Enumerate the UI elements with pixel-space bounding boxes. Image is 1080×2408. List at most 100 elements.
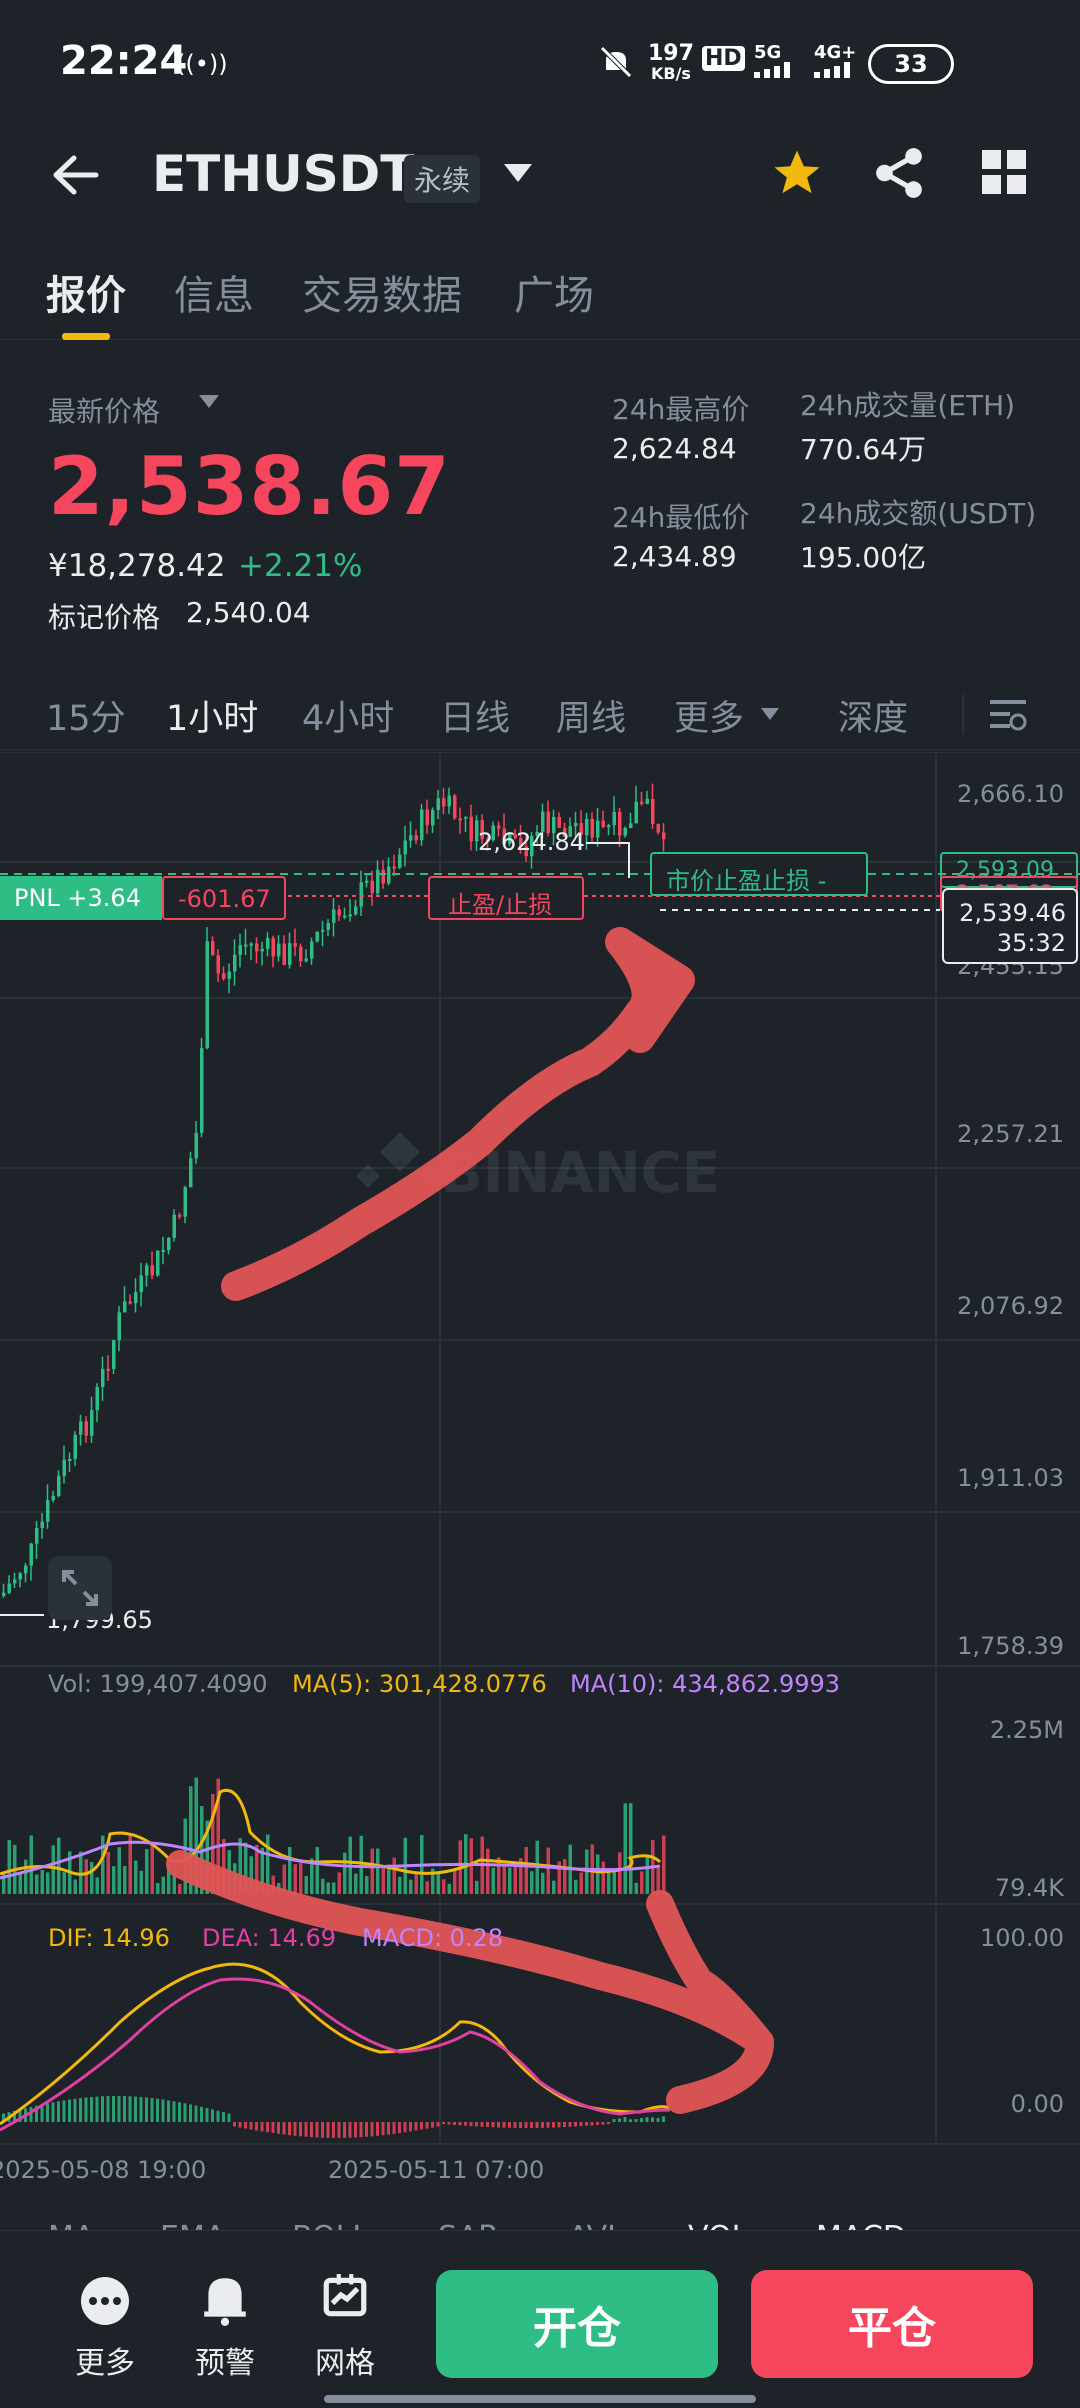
candle-body: [35, 1528, 39, 1544]
tab-square[interactable]: 广场: [514, 263, 594, 321]
favorite-star-icon[interactable]: [770, 146, 824, 204]
candle-body: [57, 1475, 61, 1496]
price-type-dropdown-icon[interactable]: [198, 394, 220, 414]
candle-body: [656, 823, 660, 833]
market-tp-sl-button[interactable]: 市价止盈止损 -: [650, 852, 868, 896]
volume-bar: [304, 1875, 308, 1894]
interval-1d[interactable]: 日线: [440, 690, 510, 741]
more-dropdown-icon[interactable]: [760, 706, 780, 725]
time-label-2: 2025-05-11 07:00: [328, 2156, 545, 2184]
macd-bar: [530, 2122, 533, 2128]
macd-bar: [387, 2122, 390, 2135]
macd-bar: [128, 2096, 132, 2122]
net-speed: 197 KB/s: [648, 41, 694, 84]
volume-bar: [502, 1866, 506, 1894]
volume-bar: [359, 1835, 363, 1894]
macd-bar: [557, 2122, 561, 2128]
macd-bar: [222, 2112, 225, 2122]
tab-trading-data[interactable]: 交易数据: [302, 263, 462, 321]
dea-label: DEA: 14.69: [202, 1924, 337, 1952]
last-price-label: 最新价格: [48, 395, 161, 428]
candle-body: [464, 816, 468, 819]
macd-bar: [282, 2122, 286, 2135]
interval-1h[interactable]: 1小时: [166, 690, 258, 741]
volume-bar: [486, 1848, 490, 1894]
macd-bar: [315, 2122, 319, 2138]
more-icon[interactable]: [80, 2276, 130, 2330]
open-position-button[interactable]: 开仓: [436, 2270, 718, 2378]
volume-eth-label: 24h成交量(ETH): [800, 389, 1016, 422]
tp-sl-button[interactable]: 止盈/止损: [428, 876, 584, 920]
candle-body: [79, 1421, 83, 1435]
chart-settings-icon[interactable]: [988, 696, 1028, 740]
interval-15m[interactable]: 15分: [46, 690, 126, 741]
volume-bar: [112, 1866, 116, 1894]
volume-bar: [46, 1872, 50, 1894]
macd-bar: [238, 2122, 242, 2128]
battery-indicator: 33: [868, 44, 954, 84]
volume-bar: [640, 1871, 644, 1894]
macd-bar: [216, 2110, 220, 2122]
macd-y-bottom: 0.00: [1010, 2090, 1064, 2118]
kline-chart[interactable]: BINANCE: [0, 752, 1080, 2202]
macd-bar: [178, 2102, 181, 2122]
macd-bar: [205, 2108, 209, 2122]
volume-usdt-label: 24h成交额(USDT): [800, 497, 1037, 530]
macd-bar: [403, 2122, 407, 2133]
candle-body: [68, 1458, 72, 1461]
interval-1w[interactable]: 周线: [556, 690, 626, 741]
candle-body: [13, 1579, 17, 1584]
candle-body: [299, 946, 303, 962]
tab-quote[interactable]: 报价: [46, 263, 126, 321]
interval-more[interactable]: 更多: [674, 690, 744, 741]
macd-bar: [172, 2101, 176, 2122]
cny-price: ¥18,278.42: [48, 548, 226, 584]
volume-bar: [469, 1838, 473, 1894]
volume-bar: [156, 1882, 160, 1894]
alert-label[interactable]: 预警: [175, 2338, 275, 2382]
candle-body: [117, 1312, 121, 1341]
candle-body: [590, 818, 594, 838]
hotspot-icon: ((•)): [176, 50, 228, 78]
macd-bar: [541, 2122, 544, 2128]
macd-bar: [436, 2122, 440, 2127]
candle-body: [574, 823, 578, 827]
tab-info[interactable]: 信息: [174, 263, 254, 321]
candle-body: [596, 820, 600, 838]
max-price-tick: [628, 842, 630, 878]
symbol-title[interactable]: ETHUSDT: [152, 145, 414, 203]
candle-body: [414, 835, 418, 841]
volume-bar: [326, 1882, 330, 1894]
volume-bar: [134, 1860, 138, 1894]
volume-bar: [546, 1847, 550, 1894]
close-position-button[interactable]: 平仓: [751, 2270, 1033, 2378]
status-time: 22:24: [60, 38, 188, 84]
macd-bar: [486, 2122, 489, 2128]
macd-bar: [618, 2118, 621, 2122]
back-arrow-icon[interactable]: [50, 150, 110, 200]
pnl-badge[interactable]: PNL +3.64: [0, 876, 162, 920]
macd-bar: [211, 2109, 214, 2122]
share-icon[interactable]: [874, 146, 924, 204]
pnl-loss-badge[interactable]: -601.67: [162, 876, 286, 920]
macd-bar: [513, 2122, 517, 2128]
more-label[interactable]: 更多: [55, 2338, 155, 2382]
symbol-dropdown-icon[interactable]: [502, 162, 534, 188]
macd-bar: [343, 2122, 346, 2138]
macd-bar: [442, 2122, 445, 2125]
volume-bar: [447, 1883, 451, 1894]
depth-tab[interactable]: 深度: [838, 690, 908, 741]
alert-bell-icon[interactable]: [200, 2272, 250, 2330]
candle-body: [387, 866, 391, 884]
volume-bar: [541, 1872, 545, 1894]
volume-bar: [288, 1847, 292, 1894]
macd-bar: [381, 2122, 385, 2136]
grid-label[interactable]: 网格: [295, 2338, 395, 2382]
interval-4h[interactable]: 4小时: [302, 690, 394, 741]
volume-bar: [563, 1859, 567, 1894]
grid-trading-icon[interactable]: [320, 2272, 370, 2326]
candle-body: [227, 971, 231, 979]
layout-grid-icon[interactable]: [982, 150, 1026, 198]
fullscreen-icon[interactable]: [48, 1556, 112, 1620]
candle-body: [178, 1214, 182, 1217]
